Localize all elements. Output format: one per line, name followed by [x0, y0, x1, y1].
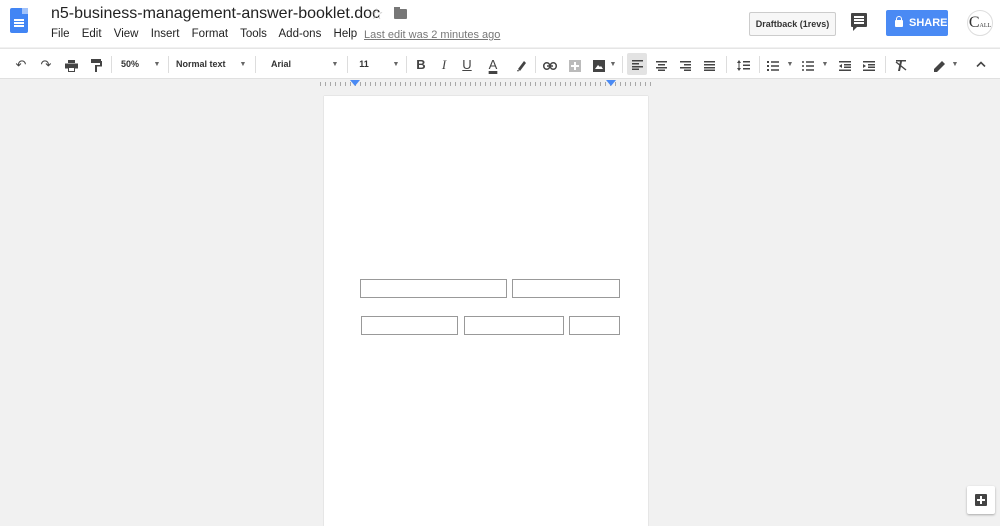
answer-box[interactable] — [360, 279, 507, 298]
editing-mode-dropdown-icon[interactable]: ▼ — [951, 49, 959, 80]
explore-button[interactable] — [967, 486, 995, 514]
decrease-indent-icon[interactable] — [836, 49, 854, 80]
document-title[interactable]: n5-business-management-answer-booklet.do… — [51, 5, 380, 23]
answer-box[interactable] — [464, 316, 564, 335]
bulleted-list-dropdown-icon[interactable]: ▼ — [821, 49, 829, 80]
increase-indent-icon[interactable] — [860, 49, 878, 80]
bold-button[interactable]: B — [413, 49, 429, 80]
answer-box[interactable] — [512, 279, 620, 298]
align-left-icon[interactable] — [627, 53, 647, 75]
toolbar: ↶ ↷ 50% ▼ Normal text ▼ Arial ▼ 11 ▼ B I… — [0, 48, 1000, 79]
comments-icon[interactable] — [851, 13, 867, 31]
undo-icon[interactable]: ↶ — [12, 49, 30, 80]
lock-icon — [895, 16, 903, 27]
style-select[interactable]: Normal text — [176, 49, 236, 80]
style-dropdown-icon[interactable]: ▼ — [238, 49, 248, 80]
share-label: SHARE — [909, 17, 948, 29]
right-indent-marker[interactable] — [606, 80, 616, 86]
menu-tools[interactable]: Tools — [240, 28, 267, 40]
menu-addons[interactable]: Add-ons — [279, 28, 322, 40]
print-icon[interactable] — [62, 49, 80, 80]
image-icon[interactable] — [590, 49, 608, 80]
star-icon[interactable]: ☆ — [370, 5, 383, 23]
explore-icon — [975, 494, 987, 506]
bulleted-list-icon[interactable] — [800, 49, 816, 80]
zoom-dropdown-icon[interactable]: ▼ — [152, 49, 162, 80]
answer-box[interactable] — [361, 316, 458, 335]
image-dropdown-icon[interactable]: ▼ — [609, 49, 617, 80]
ruler-ticks — [320, 82, 652, 86]
italic-button[interactable]: I — [436, 49, 452, 80]
zoom-value[interactable]: 50% — [117, 49, 143, 80]
add-comment-icon[interactable] — [566, 49, 584, 80]
avatar[interactable]: CALL — [967, 10, 993, 36]
redo-icon[interactable]: ↷ — [37, 49, 55, 80]
menu-format[interactable]: Format — [192, 28, 228, 40]
font-size-dropdown-icon[interactable]: ▼ — [391, 49, 401, 80]
numbered-list-dropdown-icon[interactable]: ▼ — [786, 49, 794, 80]
share-button[interactable]: SHARE — [886, 10, 948, 36]
last-edit-link[interactable]: Last edit was 2 minutes ago — [364, 29, 500, 41]
underline-button[interactable]: U — [459, 49, 475, 80]
menu-help[interactable]: Help — [334, 28, 358, 40]
docs-logo-icon[interactable] — [10, 8, 28, 33]
paint-format-icon[interactable] — [87, 49, 105, 80]
menu-file[interactable]: File — [51, 28, 70, 40]
line-spacing-icon[interactable] — [733, 49, 753, 80]
menu-bar: File Edit View Insert Format Tools Add-o… — [51, 28, 366, 40]
pencil-icon[interactable] — [931, 49, 949, 80]
menu-insert[interactable]: Insert — [151, 28, 180, 40]
font-size-select[interactable]: 11 — [357, 49, 371, 80]
document-page[interactable] — [324, 96, 648, 526]
avatar-small: ALL — [979, 23, 992, 29]
text-color-button[interactable]: A — [484, 49, 502, 80]
ruler[interactable] — [320, 79, 652, 90]
menu-view[interactable]: View — [114, 28, 139, 40]
answer-box[interactable] — [569, 316, 620, 335]
menu-edit[interactable]: Edit — [82, 28, 102, 40]
font-select[interactable]: Arial — [271, 49, 311, 80]
left-indent-marker[interactable] — [350, 80, 360, 86]
title-bar: n5-business-management-answer-booklet.do… — [0, 0, 1000, 47]
font-dropdown-icon[interactable]: ▼ — [330, 49, 340, 80]
folder-icon[interactable] — [394, 7, 407, 19]
align-center-icon[interactable] — [652, 49, 670, 80]
align-right-icon[interactable] — [676, 49, 694, 80]
clear-formatting-icon[interactable] — [892, 49, 910, 80]
justify-icon[interactable] — [700, 49, 718, 80]
link-icon[interactable] — [541, 49, 559, 80]
highlight-icon[interactable] — [513, 49, 529, 80]
chevron-up-icon[interactable] — [973, 49, 989, 80]
avatar-letter: C — [968, 14, 980, 31]
numbered-list-icon[interactable] — [765, 49, 781, 80]
draftback-button[interactable]: Draftback (1revs) — [749, 12, 836, 36]
